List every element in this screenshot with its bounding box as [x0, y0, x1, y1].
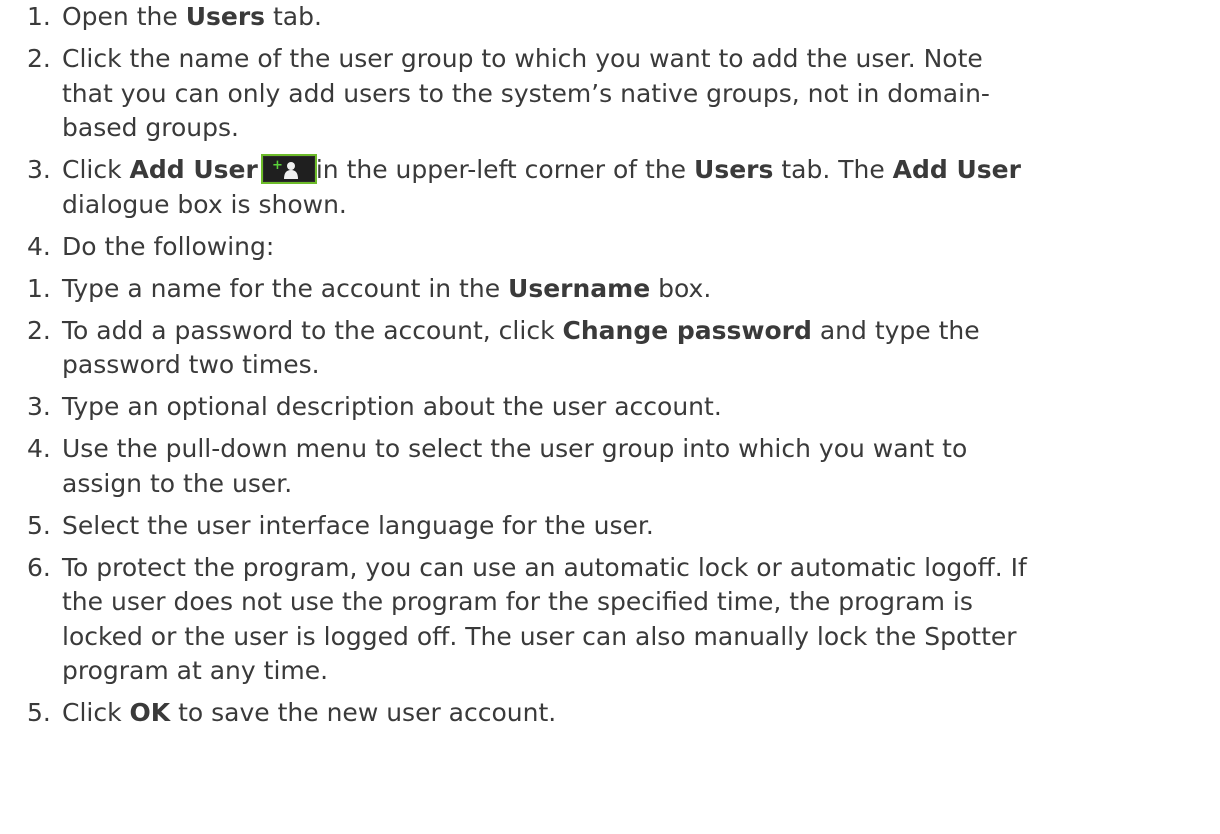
step-text: Click: [62, 155, 130, 184]
step-number: 6.: [27, 552, 51, 582]
ok-ref: OK: [129, 698, 171, 727]
add-user-icon: +: [260, 154, 317, 184]
step-text: to save the new user account.: [170, 698, 557, 727]
step-3: 3. Click Add User + in the upper-left cor…: [0, 153, 1220, 222]
add-user-ref: Add User: [892, 155, 1021, 184]
step-text: the user does not use the program for th…: [62, 587, 973, 616]
username-ref: Username: [508, 273, 651, 303]
step-number: 3.: [27, 155, 51, 184]
step-number: 1.: [27, 2, 51, 31]
step-text: Do the following:: [62, 231, 275, 261]
instruction-list: 1. Open the Users tab. 2. Click the name o…: [0, 0, 1220, 738]
substep-4: 4. Use the pull-down menu to select the u…: [0, 432, 1220, 501]
step-text: that you can only add users to the syste…: [62, 78, 990, 108]
step-text: Type an optional description about the u…: [62, 392, 722, 421]
step-text: Type a name for the account in the: [62, 273, 509, 303]
step-text: password two times.: [62, 350, 320, 379]
step-number: 4.: [27, 434, 51, 463]
step-text: assign to the user.: [62, 468, 293, 498]
add-user-ref: Add User: [129, 155, 258, 184]
step-text: program at any time.: [62, 656, 329, 685]
step-text: dialogue box is shown.: [62, 189, 347, 219]
users-tab-ref: Users: [694, 155, 774, 184]
step-number: 5.: [27, 698, 51, 727]
step-text: Click the name of the user group to whic…: [62, 44, 983, 73]
step-number: 4.: [27, 231, 51, 261]
step-text: tab. The: [773, 155, 893, 184]
step-text: To protect the program, you can use an a…: [62, 552, 1027, 582]
step-text: in the upper-left corner of the: [315, 155, 695, 184]
step-4: 4. Do the following:: [0, 230, 1220, 265]
step-text: Use the pull-down menu to select the use…: [62, 434, 968, 463]
substep-2: 2. To add a password to the account, clic…: [0, 314, 1220, 383]
step-text: Click: [62, 698, 130, 727]
change-password-ref: Change password: [562, 315, 812, 345]
step-5: 5. Click OK to save the new user account.: [0, 696, 1220, 731]
substep-5: 5. Select the user interface language for…: [0, 509, 1220, 544]
step-text: based groups.: [62, 113, 239, 142]
step-number: 5.: [27, 510, 51, 540]
step-number: 2.: [27, 315, 51, 345]
step-text: To add a password to the account, click: [62, 315, 563, 345]
step-text: Select the user interface language for t…: [62, 510, 654, 540]
step-text: locked or the user is logged off. The us…: [62, 621, 1017, 651]
step-1: 1. Open the Users tab.: [0, 0, 1220, 35]
users-tab-ref: Users: [185, 2, 266, 31]
substep-6: 6. To protect the program, you can use an…: [0, 551, 1220, 689]
step-text: box.: [650, 273, 712, 303]
step-text: tab.: [265, 2, 322, 31]
step-number: 1.: [27, 273, 51, 303]
step-number: 2.: [27, 44, 51, 73]
step-text: and type the: [811, 315, 980, 345]
substep-1: 1. Type a name for the account in the Use…: [0, 272, 1220, 307]
step-text: Open the: [62, 2, 186, 31]
step-number: 3.: [27, 392, 51, 421]
svg-text:+: +: [272, 158, 283, 173]
step-2: 2. Click the name of the user group to wh…: [0, 42, 1220, 146]
substep-3: 3. Type an optional description about the…: [0, 390, 1220, 425]
